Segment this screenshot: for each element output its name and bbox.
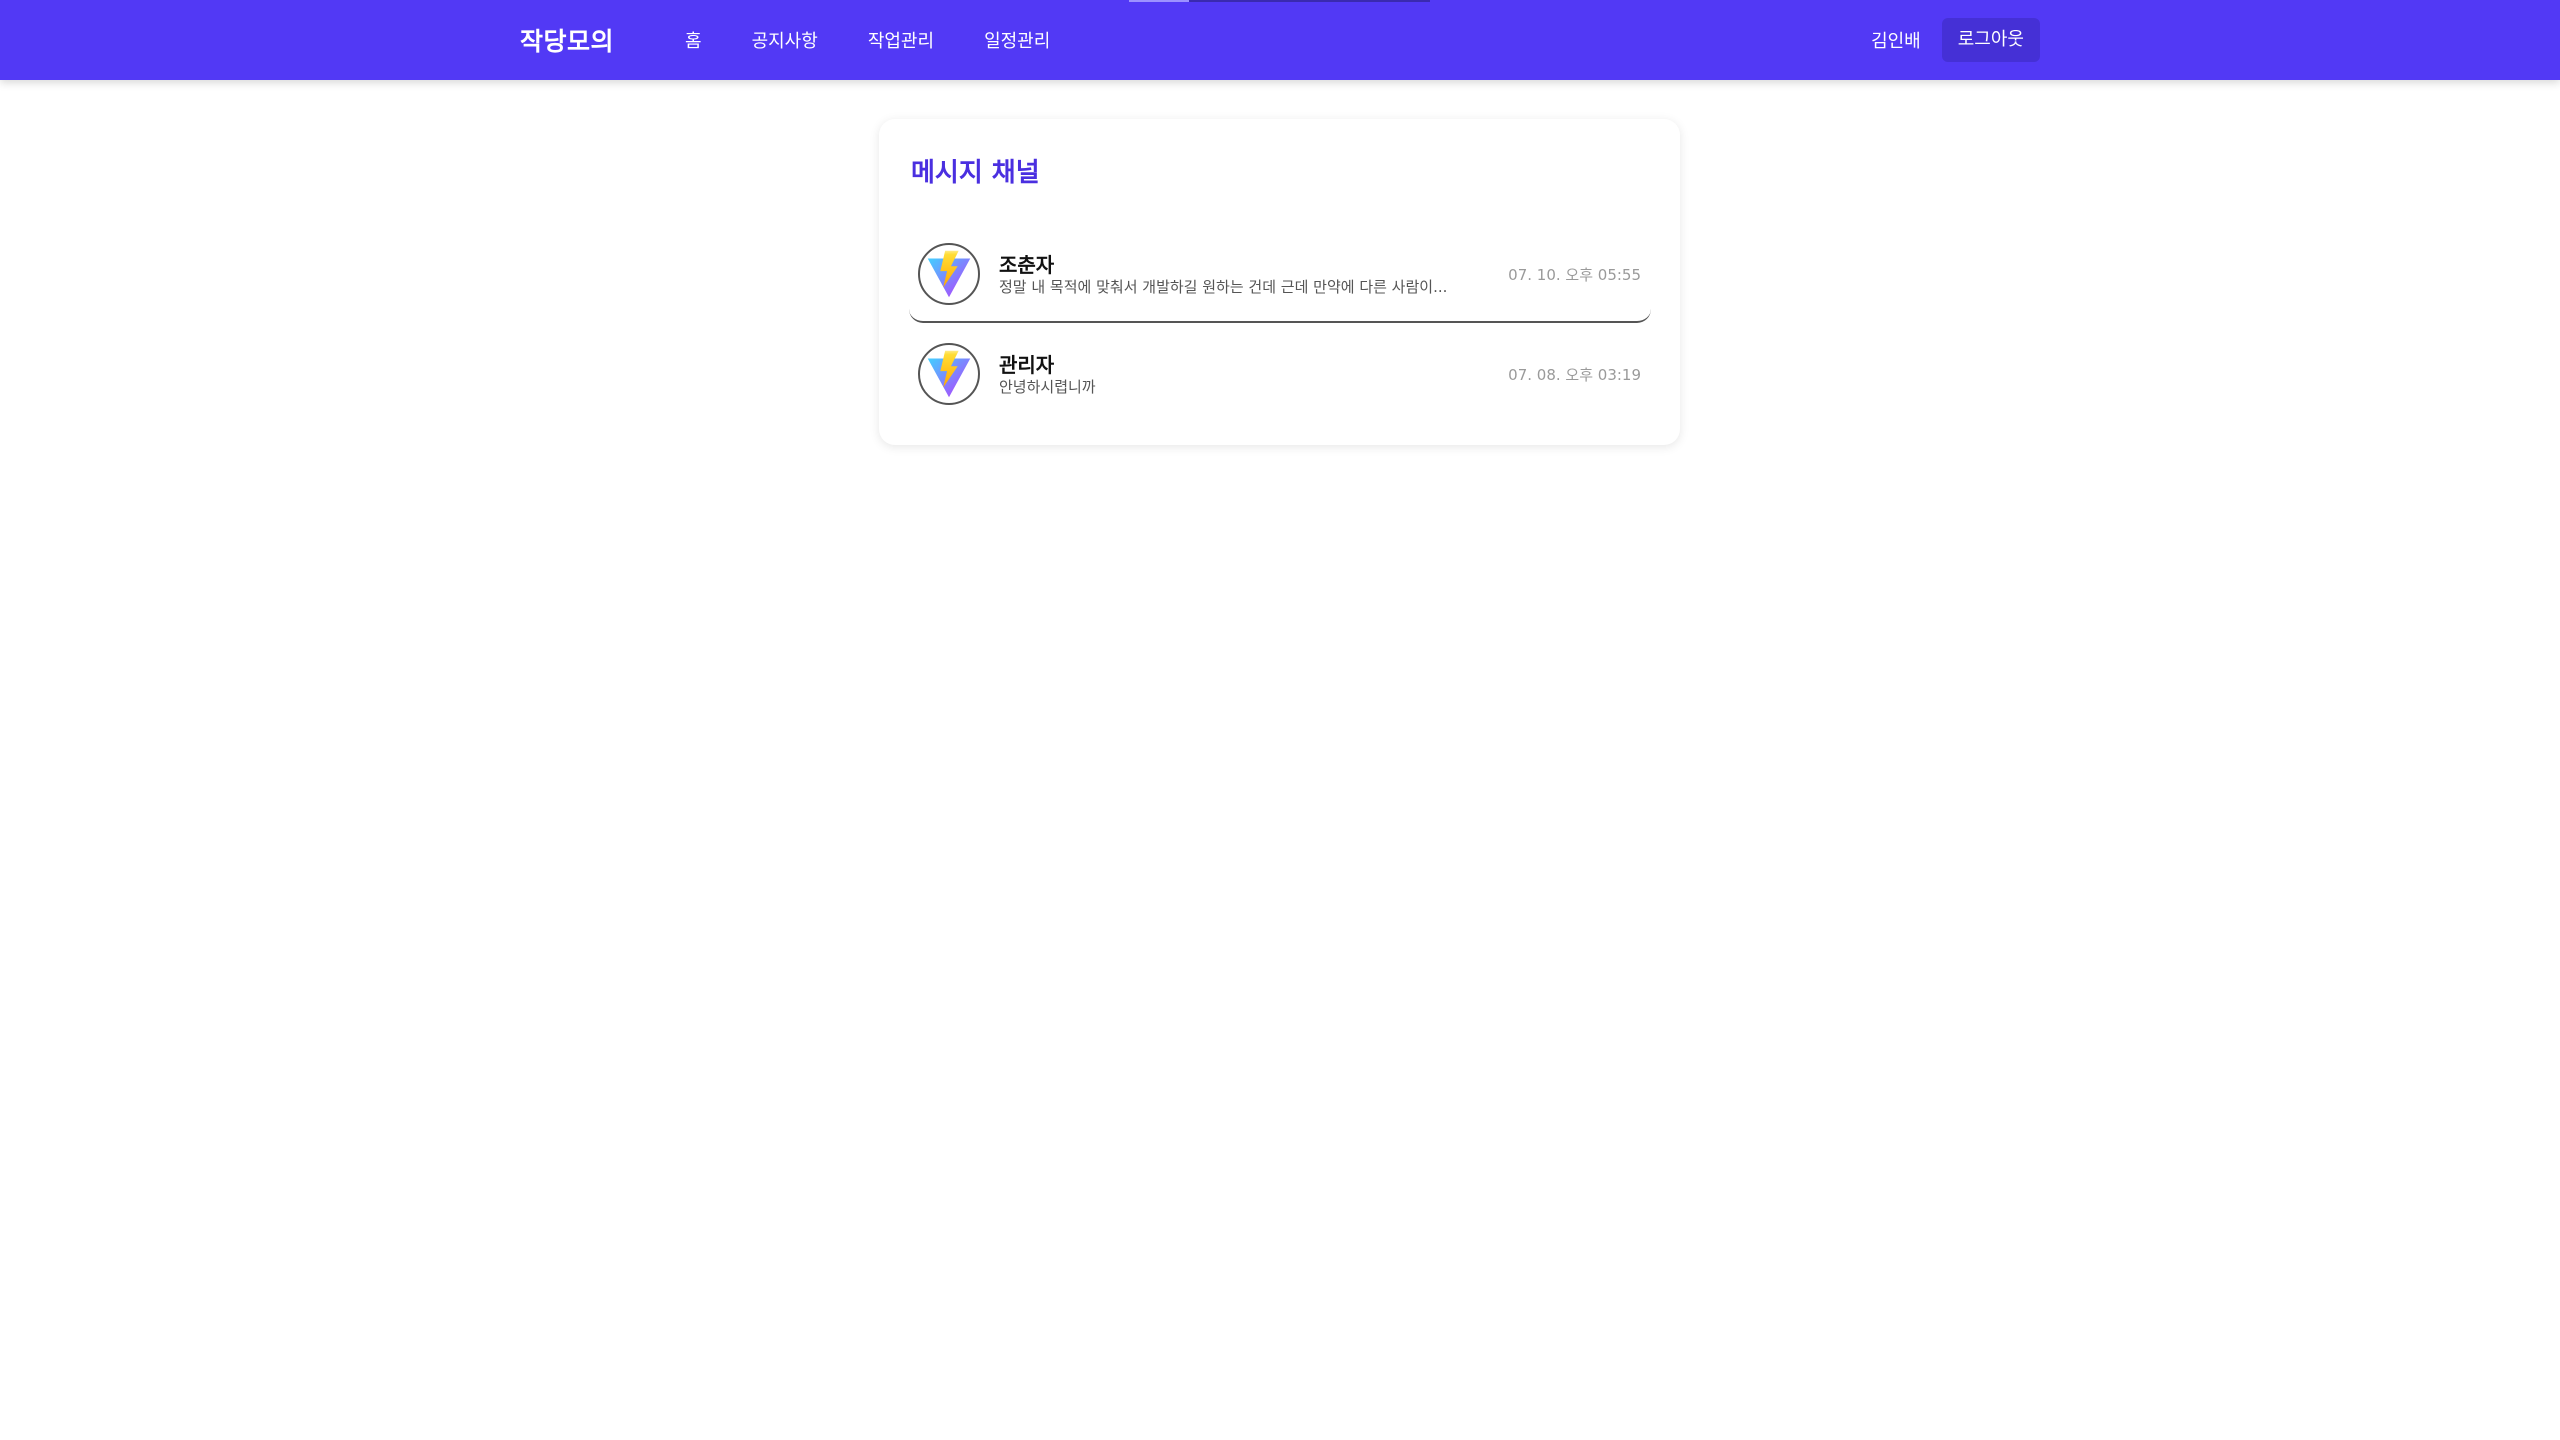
nav-tasks[interactable]: 작업관리 [868,27,934,53]
message-channel-card: 메시지 채널 조춘자 정말 내 목적에 맞춰서 개발하길 원하는 건데 근데 만… [879,119,1680,445]
channel-name: 조춘자 [999,253,1055,277]
channel-timestamp: 07. 10. 오후 05:55 [1508,266,1641,284]
nav-home[interactable]: 홈 [685,27,702,53]
page-title: 메시지 채널 [911,158,1040,188]
vite-logo-icon [918,343,980,405]
nav-notices[interactable]: 공지사항 [752,27,818,53]
nav-schedule[interactable]: 일정관리 [984,27,1050,53]
channel-item[interactable]: 조춘자 정말 내 목적에 맞춰서 개발하길 원하는 건데 근데 만약에 다른 사… [909,223,1651,323]
main-nav: 홈 공지사항 작업관리 일정관리 [685,27,1100,53]
channel-item[interactable]: 관리자 안녕하시렵니까 07. 08. 오후 03:19 [909,323,1651,423]
brand-logo[interactable]: 작당모의 [520,22,614,58]
username[interactable]: 김인배 [1871,27,1921,53]
top-navbar: 작당모의 홈 공지사항 작업관리 일정관리 김인배 로그아웃 [0,0,2560,80]
channel-last-message: 정말 내 목적에 맞춰서 개발하길 원하는 건데 근데 만약에 다른 사람이..… [999,278,1448,296]
logout-button[interactable]: 로그아웃 [1941,18,2040,62]
user-area: 김인배 로그아웃 [1871,18,2040,62]
channel-timestamp: 07. 08. 오후 03:19 [1508,366,1641,384]
vite-logo-icon [918,243,980,305]
loading-bar [1129,0,1430,2]
channel-last-message: 안녕하시렵니까 [999,378,1096,396]
channel-list: 조춘자 정말 내 목적에 맞춰서 개발하길 원하는 건데 근데 만약에 다른 사… [909,223,1651,423]
channel-name: 관리자 [999,353,1055,377]
